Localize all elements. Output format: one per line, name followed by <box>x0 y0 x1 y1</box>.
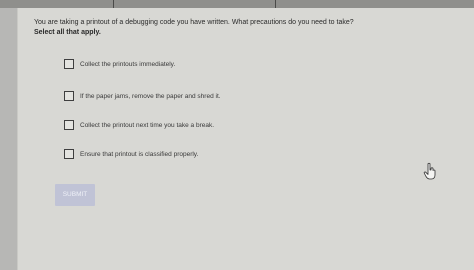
option-4-label: Ensure that printout is classified prope… <box>80 150 199 158</box>
option-2-checkbox[interactable] <box>64 91 74 101</box>
option-3[interactable]: Collect the printout next time you take … <box>64 118 214 132</box>
top-bar-tick <box>113 0 114 8</box>
option-3-label: Collect the printout next time you take … <box>80 121 215 129</box>
option-4-checkbox[interactable] <box>64 149 74 159</box>
option-1-label: Collect the printouts immediately. <box>80 60 176 68</box>
option-3-checkbox[interactable] <box>64 120 74 130</box>
top-bar-tick <box>275 0 276 8</box>
option-1-checkbox[interactable] <box>64 59 74 69</box>
hand-pointer-icon <box>423 162 436 180</box>
submit-button[interactable]: SUBMIT <box>55 184 95 206</box>
top-bar <box>0 0 474 8</box>
question-panel: You are taking a printout of a debugging… <box>17 8 474 270</box>
question-instruction: Select all that apply. <box>34 29 101 36</box>
option-4[interactable]: Ensure that printout is classified prope… <box>64 147 198 161</box>
option-2-label: If the paper jams, remove the paper and … <box>80 92 221 100</box>
option-2[interactable]: If the paper jams, remove the paper and … <box>64 89 221 103</box>
question-text: You are taking a printout of a debugging… <box>34 19 354 26</box>
option-1[interactable]: Collect the printouts immediately. <box>64 57 175 71</box>
